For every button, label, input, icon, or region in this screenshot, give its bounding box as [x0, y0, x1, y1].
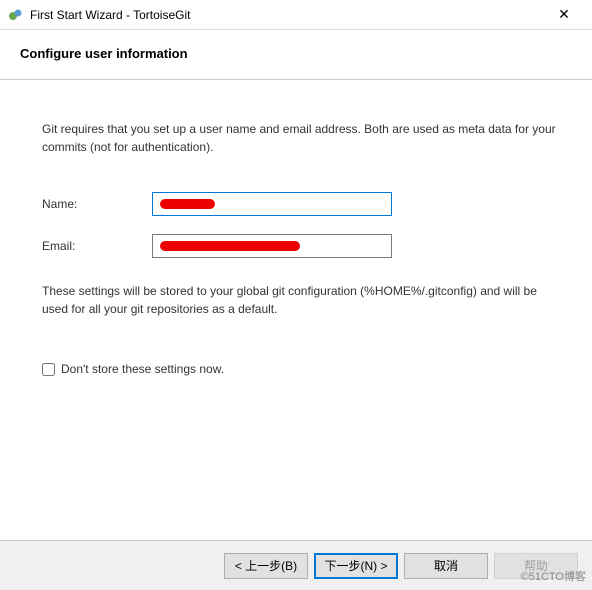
window-title: First Start Wizard - TortoiseGit: [30, 8, 544, 22]
back-button[interactable]: < 上一步(B): [224, 553, 308, 579]
dont-store-row: Don't store these settings now.: [42, 362, 560, 376]
intro-text: Git requires that you set up a user name…: [42, 120, 560, 156]
email-input[interactable]: [152, 234, 392, 258]
email-input-wrapper: [152, 234, 392, 258]
page-title: Configure user information: [20, 46, 572, 61]
help-button: 帮助: [494, 553, 578, 579]
dont-store-label: Don't store these settings now.: [61, 362, 224, 376]
name-label: Name:: [42, 197, 152, 211]
name-input-wrapper: [152, 192, 392, 216]
email-label: Email:: [42, 239, 152, 253]
name-row: Name:: [42, 192, 560, 216]
dont-store-checkbox[interactable]: [42, 363, 55, 376]
close-button[interactable]: ✕: [544, 1, 584, 29]
next-button[interactable]: 下一步(N) >: [314, 553, 398, 579]
titlebar: First Start Wizard - TortoiseGit ✕: [0, 0, 592, 30]
wizard-footer: < 上一步(B) 下一步(N) > 取消 帮助: [0, 540, 592, 590]
wizard-content: Git requires that you set up a user name…: [0, 79, 592, 529]
close-icon: ✕: [558, 6, 570, 23]
app-icon: [8, 7, 24, 23]
note-text: These settings will be stored to your gl…: [42, 282, 560, 318]
name-input[interactable]: [152, 192, 392, 216]
cancel-button[interactable]: 取消: [404, 553, 488, 579]
email-row: Email:: [42, 234, 560, 258]
wizard-header: Configure user information: [0, 30, 592, 79]
